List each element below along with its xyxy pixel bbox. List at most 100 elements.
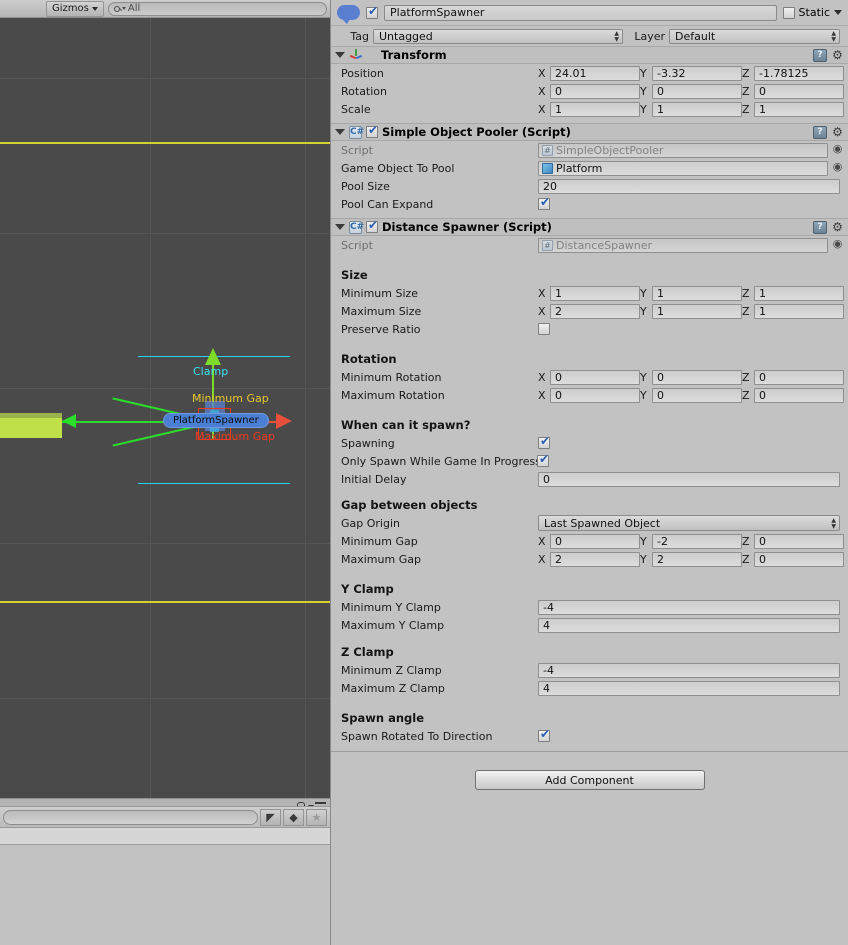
filter-favorites-button[interactable]: ★ [306,808,327,826]
project-tab-strip[interactable] [0,828,330,845]
initial-delay-input[interactable]: 0 [538,471,840,487]
selected-object-name-label[interactable]: PlatformSpawner [163,413,269,428]
minimum-size-y-input[interactable]: 1 [652,285,742,301]
add-component-button[interactable]: Add Component [474,770,705,790]
scale-x-input[interactable]: 1 [550,101,640,117]
scale-z-input[interactable]: 1 [754,101,844,117]
value: 1 [657,102,664,116]
minimum-z-clamp-input[interactable]: -4 [538,662,840,678]
gizmos-dropdown-button[interactable]: Gizmos [46,0,104,17]
project-content-area[interactable] [0,845,330,945]
position-x-input[interactable]: 24.01 [550,65,640,81]
scale-y-input[interactable]: 1 [652,101,742,117]
gear-icon[interactable]: ⚙ [831,125,844,139]
position-z-input[interactable]: -1.78125 [754,65,844,81]
value: 0 [759,370,766,384]
rotation-x-input[interactable]: 0 [550,83,640,99]
layer-dropdown[interactable]: Default ▲ ▼ [669,28,840,44]
component-header-simple-object-pooler[interactable]: C# Simple Object Pooler (Script) ? ⚙ [331,123,848,141]
y-axis-arrow-head-icon[interactable] [205,348,221,365]
section-title-spawn-angle: Spawn angle [341,711,425,725]
maximum-size-x-input[interactable]: 2 [550,303,640,319]
value: 0 [759,552,766,566]
rotation-y-input[interactable]: 0 [652,83,742,99]
component-enabled-checkbox[interactable] [366,219,379,233]
field-wrap: 0 [538,471,848,487]
script-reference-field[interactable]: # DistanceSpawner [538,237,828,253]
maximum-gap-x-input[interactable]: 2 [550,551,640,567]
dropdown-updown-icon: ▲ ▼ [831,29,836,43]
help-book-icon[interactable]: ? [813,125,827,139]
x-axis-arrow-head-icon[interactable] [276,413,292,429]
game-object-to-pool-field[interactable]: Platform [538,160,828,176]
minimum-y-clamp-input[interactable]: -4 [538,599,840,615]
component-header-transform[interactable]: Transform ? ⚙ [331,46,848,64]
minimum-rotation-z-input[interactable]: 0 [754,369,844,385]
maximum-y-clamp-input[interactable]: 4 [538,617,840,633]
foldout-arrow-icon[interactable] [335,52,345,58]
component-enabled-checkbox[interactable] [366,124,379,138]
maximum-rotation-x-input[interactable]: 0 [550,387,640,403]
maximum-rotation-y-input[interactable]: 0 [652,387,742,403]
maximum-size-z-input[interactable]: 1 [754,303,844,319]
object-picker-icon[interactable]: ◉ [831,160,844,174]
grid-line-horizontal [0,698,330,699]
platform-object[interactable] [0,418,62,438]
minimum-gap-z-input[interactable]: 0 [754,533,844,549]
axis-label-x: X [538,66,546,80]
property-row-maximum-rotation: Maximum Rotation X0 Y0 Z0 [331,386,848,404]
static-checkbox[interactable] [782,6,795,19]
object-picker-icon[interactable]: ◉ [831,142,844,156]
minimum-size-x-input[interactable]: 1 [550,285,640,301]
object-picker-icon[interactable]: ◉ [831,237,844,251]
static-dropdown-chevron-icon[interactable] [834,10,842,15]
project-search-input[interactable] [3,809,258,825]
script-reference-field[interactable]: # SimpleObjectPooler [538,142,828,158]
filter-by-type-button[interactable]: ◤ [260,808,281,826]
value: 0 [555,534,562,548]
help-book-icon[interactable]: ? [813,48,827,62]
spawning-checkbox[interactable] [538,435,551,449]
minimum-gap-x-input[interactable]: 0 [550,533,640,549]
pool-can-expand-checkbox[interactable] [538,196,551,210]
vec-x: X 24.01 [538,65,640,81]
maximum-size-y-input[interactable]: 1 [652,303,742,319]
rotation-z-input[interactable]: 0 [754,83,844,99]
minimum-gap-y-input[interactable]: -2 [652,533,742,549]
field-wrap: -4 [538,599,848,615]
spawn-rotated-to-direction-checkbox[interactable] [538,728,551,742]
gameobject-enabled-checkbox[interactable] [366,5,379,19]
gameobject-name-input[interactable]: PlatformSpawner [384,4,777,21]
vec-y: Y -3.32 [640,65,742,81]
vec-x: X0 [538,533,640,549]
property-row-pool-can-expand: Pool Can Expand [331,195,848,213]
minimum-rotation-y-input[interactable]: 0 [652,369,742,385]
filter-by-label-button[interactable]: ◆ [283,808,304,826]
static-toggle-group[interactable]: Static [782,6,842,19]
pool-size-input[interactable]: 20 [538,178,840,194]
vector3-field: X0 Y0 Z0 [538,369,848,385]
scene-viewport[interactable]: Clamp Minimum Gap Maximum Gap PlatformSp… [0,18,330,798]
tag-dropdown[interactable]: Untagged ▲ ▼ [373,28,623,44]
scene-search-input[interactable]: All [107,1,327,16]
maximum-z-clamp-input[interactable]: 4 [538,680,840,696]
vec-z: Z1 [742,303,844,319]
minimum-size-z-input[interactable]: 1 [754,285,844,301]
gear-icon[interactable]: ⚙ [831,220,844,234]
property-row-script: Script # DistanceSpawner ◉ [331,236,848,254]
component-title-simple-object-pooler: Simple Object Pooler (Script) [382,125,571,139]
foldout-arrow-icon[interactable] [335,129,345,135]
foldout-arrow-icon[interactable] [335,224,345,230]
only-spawn-while-game-in-progress-checkbox[interactable] [537,453,550,467]
maximum-rotation-z-input[interactable]: 0 [754,387,844,403]
minimum-rotation-x-input[interactable]: 0 [550,369,640,385]
maximum-gap-z-input[interactable]: 0 [754,551,844,567]
gap-origin-dropdown[interactable]: Last Spawned Object ▲ ▼ [538,515,840,531]
position-y-input[interactable]: -3.32 [652,65,742,81]
maximum-gap-y-input[interactable]: 2 [652,551,742,567]
help-book-icon[interactable]: ? [813,220,827,234]
component-header-distance-spawner[interactable]: C# Distance Spawner (Script) ? ⚙ [331,218,848,236]
preserve-ratio-checkbox[interactable] [538,323,550,335]
gear-icon[interactable]: ⚙ [831,48,844,62]
